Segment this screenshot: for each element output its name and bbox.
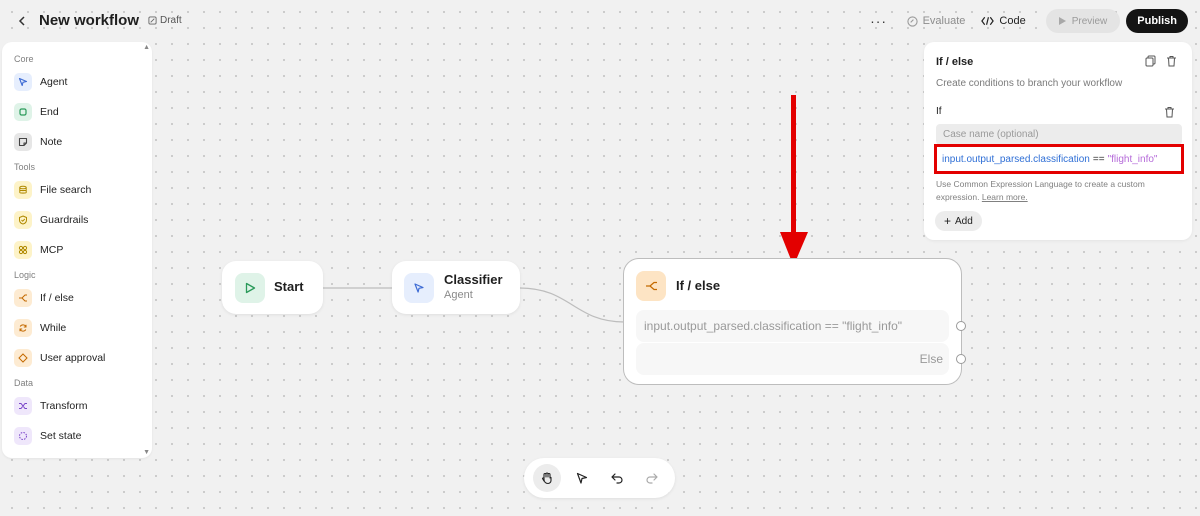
if-else-node[interactable]: If / else input.output_parsed.classifica… bbox=[623, 258, 966, 385]
expression-operator: == bbox=[1092, 153, 1105, 165]
pan-hand-icon bbox=[542, 472, 552, 485]
plus-icon: + bbox=[944, 214, 952, 228]
canvas-toolbar bbox=[524, 458, 675, 498]
if-else-properties-panel: If / else Create conditions to branch yo… bbox=[924, 42, 1192, 240]
expression-variable: input.output_parsed.classification bbox=[942, 153, 1090, 165]
undo-icon bbox=[611, 473, 623, 484]
play-icon bbox=[235, 273, 265, 303]
redo-button[interactable] bbox=[638, 464, 666, 492]
learn-more-link[interactable]: Learn more. bbox=[982, 192, 1028, 202]
panel-description: Create conditions to branch your workflo… bbox=[936, 78, 1123, 89]
redo-icon bbox=[646, 473, 658, 484]
condition-expression-input[interactable]: input.output_parsed.classification == "f… bbox=[934, 144, 1184, 174]
expression-value: "flight_info" bbox=[1107, 153, 1158, 165]
start-node[interactable]: Start bbox=[222, 261, 323, 314]
delete-icon[interactable] bbox=[1166, 55, 1177, 67]
classifier-node[interactable]: Classifier Agent bbox=[392, 261, 520, 314]
condition-text: input.output_parsed.classification == "f… bbox=[644, 319, 903, 333]
if-else-icon bbox=[636, 271, 666, 301]
else-row[interactable]: Else bbox=[636, 343, 949, 375]
select-tool-button[interactable] bbox=[568, 464, 596, 492]
panel-title: If / else bbox=[936, 56, 974, 68]
condition-row[interactable]: input.output_parsed.classification == "f… bbox=[636, 310, 949, 342]
start-node-label: Start bbox=[274, 279, 304, 294]
else-output-handle[interactable] bbox=[956, 354, 966, 364]
pan-tool-button[interactable] bbox=[533, 464, 562, 492]
case-name-input[interactable] bbox=[936, 124, 1182, 145]
else-label: Else bbox=[919, 352, 943, 366]
annotation-arrow bbox=[780, 95, 808, 266]
delete-condition-icon[interactable] bbox=[1164, 106, 1175, 118]
add-label: Add bbox=[955, 215, 973, 227]
agent-icon bbox=[404, 273, 434, 303]
if-label: If bbox=[936, 106, 942, 117]
undo-button[interactable] bbox=[603, 464, 631, 492]
pointer-icon bbox=[577, 472, 588, 484]
edge-classifier-ifelse bbox=[519, 287, 625, 323]
help-text: Use Common Expression Language to create… bbox=[936, 179, 1145, 202]
copy-icon[interactable] bbox=[1145, 55, 1156, 67]
add-condition-button[interactable]: + Add bbox=[935, 211, 982, 231]
expression-help-text: Use Common Expression Language to create… bbox=[936, 178, 1184, 203]
classifier-node-type: Agent bbox=[444, 289, 473, 301]
classifier-node-label: Classifier bbox=[444, 272, 503, 287]
if-else-node-label: If / else bbox=[676, 278, 721, 293]
condition-output-handle[interactable] bbox=[956, 321, 966, 331]
